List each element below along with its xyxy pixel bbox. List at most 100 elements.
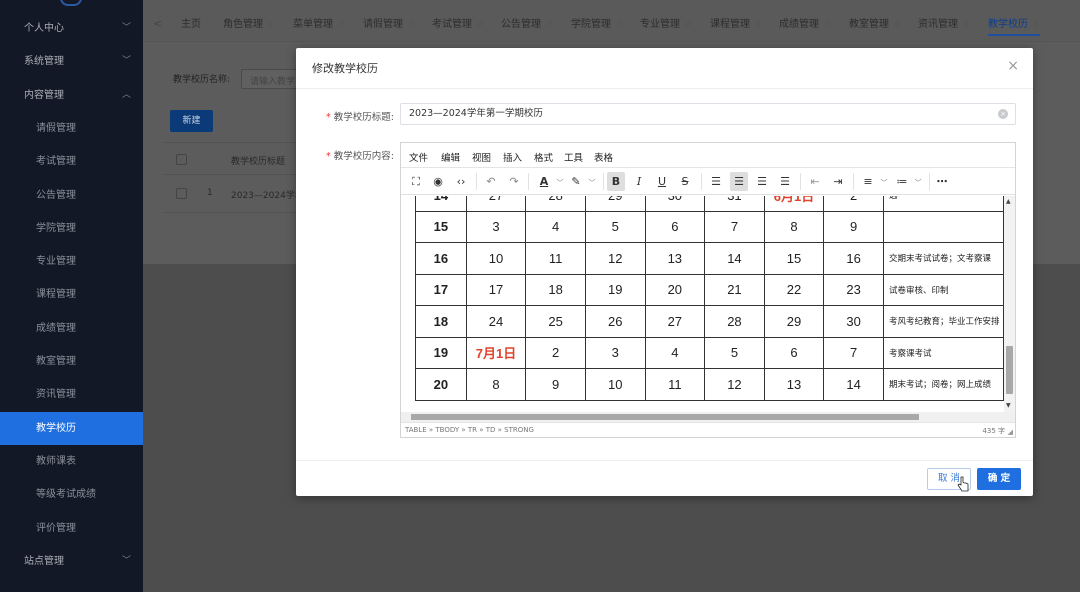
tab[interactable]: 教学校历 × — [988, 14, 1041, 36]
tab[interactable]: 公告管理 × — [501, 14, 553, 36]
day-cell[interactable]: 5 — [584, 210, 646, 243]
tab-scroll-left-icon[interactable]: < — [153, 17, 162, 30]
tab[interactable]: 专业管理 × — [640, 14, 692, 36]
day-cell[interactable]: 31 — [704, 196, 765, 212]
tab[interactable]: 成绩管理 × — [779, 14, 831, 36]
clear-icon[interactable]: × — [998, 109, 1008, 119]
day-cell[interactable]: 14 — [704, 242, 765, 275]
day-cell[interactable]: 20 — [644, 273, 706, 306]
editor-menu-item[interactable]: 编辑 — [441, 150, 460, 164]
editor-menu-item[interactable]: 表格 — [594, 150, 613, 164]
day-cell[interactable]: 21 — [704, 273, 765, 306]
note-cell[interactable]: 选 — [882, 196, 1004, 212]
day-cell[interactable]: 27 — [465, 196, 527, 212]
sidebar-item[interactable]: 成绩管理 — [0, 312, 143, 345]
week-number-cell[interactable]: 15 — [415, 210, 467, 243]
tab-close-icon[interactable]: × — [962, 19, 970, 30]
undo-icon[interactable]: ↶ — [482, 172, 500, 191]
day-cell[interactable]: 2 — [525, 336, 586, 369]
day-cell[interactable]: 27 — [644, 305, 706, 338]
day-cell[interactable]: 12 — [704, 368, 765, 401]
editor-menu-item[interactable]: 插入 — [503, 150, 522, 164]
tab[interactable]: 学院管理 × — [571, 14, 623, 36]
redo-icon[interactable]: ↷ — [505, 172, 523, 191]
tab[interactable]: 课程管理 × — [710, 14, 762, 36]
day-cell[interactable]: 11 — [644, 368, 706, 401]
week-number-cell[interactable]: 20 — [415, 368, 467, 401]
day-cell[interactable]: 18 — [525, 273, 586, 306]
tab[interactable]: 菜单管理 × — [293, 14, 345, 36]
day-cell[interactable]: 12 — [584, 242, 646, 275]
tab-close-icon[interactable]: × — [684, 19, 692, 30]
indent-icon[interactable]: ⇥ — [829, 172, 847, 191]
week-number-cell[interactable]: 17 — [415, 273, 467, 306]
more-icon[interactable]: ⋯ — [933, 172, 951, 191]
vertical-scrollbar[interactable]: ▲ ▼ — [1004, 196, 1015, 412]
sidebar-item[interactable]: 站点管理 ﹀ — [0, 545, 143, 578]
note-cell[interactable]: 期末考试；阅卷；网上成绩 — [882, 368, 1004, 401]
sidebar-item[interactable]: 教师课表 — [0, 445, 143, 478]
sidebar-item[interactable]: 等级考试成绩 — [0, 478, 143, 511]
day-cell[interactable]: 3 — [465, 210, 527, 243]
sidebar-item[interactable]: 教学校历 — [0, 411, 143, 445]
editor-menu-item[interactable]: 视图 — [472, 150, 491, 164]
note-cell[interactable]: 试卷审核、印制 — [882, 273, 1004, 306]
sidebar-item[interactable]: 考试管理 — [0, 145, 143, 178]
numbered-list-dropdown[interactable]: ﹀ — [875, 172, 893, 191]
day-cell[interactable]: 13 — [644, 242, 706, 275]
tab-close-icon[interactable]: × — [337, 19, 345, 30]
row-checkbox[interactable] — [176, 188, 187, 199]
tab[interactable]: 主页 — [181, 14, 201, 36]
sidebar-item[interactable]: 学院管理 — [0, 212, 143, 245]
tab[interactable]: 考试管理 × — [432, 14, 484, 36]
week-number-cell[interactable]: 14 — [415, 196, 467, 212]
day-cell[interactable]: 13 — [763, 368, 825, 401]
day-cell[interactable]: 16 — [823, 242, 884, 275]
sidebar-item[interactable]: 教室管理 — [0, 345, 143, 378]
tab-close-icon[interactable]: × — [407, 19, 415, 30]
day-cell[interactable]: 7月1日 — [465, 336, 527, 369]
day-cell[interactable]: 5 — [704, 336, 765, 369]
day-cell[interactable]: 22 — [763, 273, 825, 306]
italic-icon[interactable]: I — [630, 172, 648, 191]
week-number-cell[interactable]: 16 — [415, 242, 467, 275]
tab-close-icon[interactable]: × — [267, 19, 275, 30]
day-cell[interactable]: 7 — [823, 336, 884, 369]
tab[interactable]: 角色管理 × — [223, 14, 275, 36]
day-cell[interactable]: 14 — [823, 368, 884, 401]
sidebar-item[interactable]: 内容管理 ︿ — [0, 79, 143, 112]
day-cell[interactable]: 9 — [525, 368, 586, 401]
resize-handle-icon[interactable]: ◢ — [1008, 428, 1013, 436]
day-cell[interactable]: 29 — [584, 196, 646, 212]
day-cell[interactable]: 4 — [644, 336, 706, 369]
day-cell[interactable]: 29 — [763, 305, 825, 338]
align-right-icon[interactable]: ☰ — [753, 172, 771, 191]
day-cell[interactable]: 17 — [465, 273, 527, 306]
day-cell[interactable]: 9 — [823, 210, 884, 243]
strikethrough-icon[interactable]: S — [676, 172, 694, 191]
day-cell[interactable]: 24 — [465, 305, 527, 338]
day-cell[interactable]: 3 — [584, 336, 646, 369]
calendar-title-input[interactable]: 2023—2024学年第一学期校历 × — [400, 103, 1016, 125]
day-cell[interactable]: 23 — [823, 273, 884, 306]
note-cell[interactable]: 考风考纪教育；毕业工作安排 — [882, 305, 1004, 338]
day-cell[interactable]: 25 — [525, 305, 586, 338]
day-cell[interactable]: 19 — [584, 273, 646, 306]
vertical-scroll-thumb[interactable] — [1006, 346, 1013, 394]
align-center-icon[interactable]: ☰ — [730, 172, 748, 191]
note-cell[interactable]: 交期末考试试卷；文考察课 — [882, 242, 1004, 275]
day-cell[interactable]: 2 — [823, 196, 884, 212]
editor-menu-item[interactable]: 工具 — [564, 150, 583, 164]
day-cell[interactable]: 8 — [465, 368, 527, 401]
day-cell[interactable]: 10 — [465, 242, 527, 275]
day-cell[interactable]: 4 — [525, 210, 586, 243]
day-cell[interactable]: 15 — [763, 242, 825, 275]
sidebar-item[interactable]: 系统管理 ﹀ — [0, 45, 143, 78]
preview-icon[interactable]: ◉ — [429, 172, 447, 191]
day-cell[interactable]: 7 — [704, 210, 765, 243]
horizontal-scrollbar[interactable] — [401, 412, 1015, 422]
tab[interactable]: 教室管理 × — [849, 14, 901, 36]
scroll-up-icon[interactable]: ▲ — [1006, 198, 1011, 205]
tab-close-icon[interactable]: × — [615, 19, 623, 30]
select-all-checkbox[interactable] — [176, 154, 187, 165]
